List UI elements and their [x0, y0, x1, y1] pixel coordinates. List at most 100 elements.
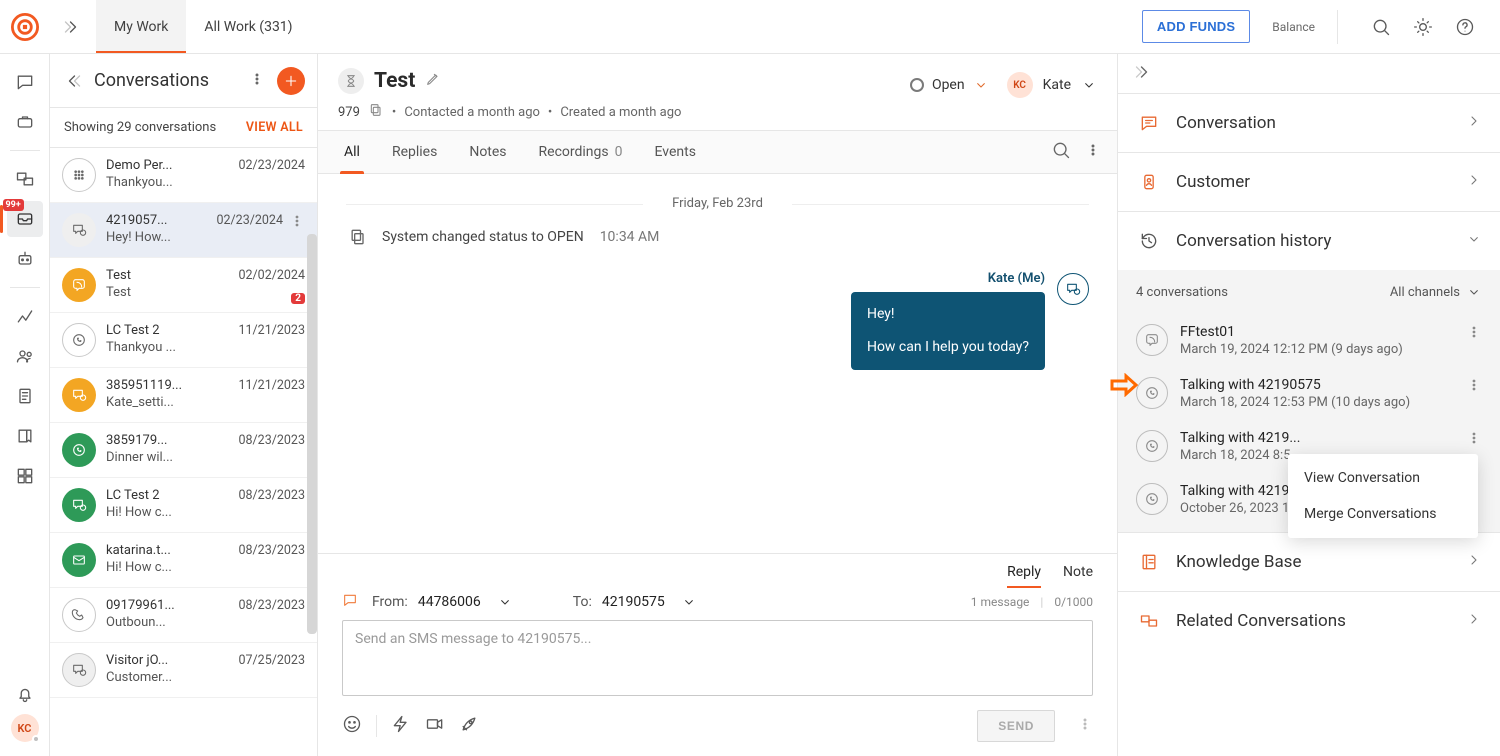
theme-toggle-icon[interactable] — [1412, 16, 1434, 38]
panel-title: Knowledge Base — [1176, 552, 1452, 572]
rail-people-icon[interactable] — [7, 338, 43, 374]
conversation-item[interactable]: Demo Per... 02/23/2024 Thankyou... — [50, 148, 317, 203]
conversation-date: 08/23/2023 — [238, 598, 305, 613]
quick-reply-icon[interactable] — [391, 714, 411, 738]
conversation-preview: Kate_setti... — [106, 395, 201, 410]
note-tab[interactable]: Note — [1063, 564, 1093, 586]
conversation-title: LC Test 2 — [106, 488, 160, 503]
rail-bookmark-icon[interactable] — [7, 418, 43, 454]
rail-grid-icon[interactable] — [7, 458, 43, 494]
conversation-item[interactable]: Test 02/02/2024 Test 2 — [50, 258, 317, 313]
add-funds-button[interactable]: ADD FUNDS — [1142, 10, 1250, 43]
status-dropdown[interactable]: Open — [910, 77, 989, 93]
tab-events[interactable]: Events — [645, 131, 706, 173]
system-event-text: System changed status to OPEN — [382, 229, 584, 245]
list-menu-icon[interactable] — [249, 71, 265, 91]
history-item[interactable]: FFtest01 March 19, 2024 12:12 PM (9 days… — [1136, 314, 1482, 367]
rail-avatar[interactable]: KC — [11, 714, 39, 742]
conversation-date: 02/02/2024 — [238, 268, 305, 283]
search-icon[interactable] — [1370, 16, 1392, 38]
conversation-title: katarina.t... — [106, 543, 171, 558]
owner-dropdown[interactable]: KC Kate — [1007, 72, 1097, 98]
new-conversation-button[interactable] — [277, 67, 305, 95]
conversation-item[interactable]: 09179961... 08/23/2023 Outboun... — [50, 588, 317, 643]
reply-tab[interactable]: Reply — [1007, 564, 1041, 586]
view-all-link[interactable]: VIEW ALL — [246, 120, 303, 135]
tab-recordings[interactable]: Recordings 0 — [529, 131, 633, 173]
send-button[interactable]: SEND — [977, 710, 1055, 742]
menu-merge-conversations[interactable]: Merge Conversations — [1288, 496, 1478, 532]
tab-all-work[interactable]: All Work (331) — [186, 0, 310, 53]
timeline: Friday, Feb 23rd System changed status t… — [318, 174, 1117, 553]
menu-view-conversation[interactable]: View Conversation — [1288, 460, 1478, 496]
conversation-item[interactable]: LC Test 2 08/23/2023 Hi! How c... — [50, 478, 317, 533]
conversation-item[interactable]: Visitor jO... 07/25/2023 Customer... — [50, 643, 317, 698]
rail-inbox-icon[interactable]: 99+ — [7, 201, 43, 237]
video-icon[interactable] — [425, 714, 445, 738]
help-icon[interactable] — [1454, 16, 1476, 38]
rocket-icon[interactable] — [459, 714, 479, 738]
conversation-item[interactable]: 3859179... 08/23/2023 Dinner wil... — [50, 423, 317, 478]
conversation-header: Test 979 • Contacted a month ago • Creat… — [318, 54, 1117, 130]
rail-toolbox-icon[interactable] — [7, 104, 43, 140]
rail-bot-icon[interactable] — [7, 241, 43, 277]
history-item-menu: View Conversation Merge Conversations — [1288, 454, 1478, 538]
from-dropdown-icon[interactable] — [497, 594, 513, 610]
timeline-search-icon[interactable] — [1051, 140, 1071, 164]
message-input[interactable] — [342, 620, 1093, 696]
history-item-menu-icon[interactable] — [1466, 430, 1482, 450]
conversation-date: 07/25/2023 — [238, 653, 305, 668]
rail-notifications-icon[interactable] — [7, 676, 43, 712]
conversation-title: Test — [374, 69, 415, 93]
conversation-item[interactable]: LC Test 2 11/21/2023 Thankyou ... — [50, 313, 317, 368]
history-channel-icon — [1136, 430, 1168, 462]
conversation-item[interactable]: katarina.t... 08/23/2023 Hi! How c... — [50, 533, 317, 588]
history-title: Talking with 4219... — [1180, 430, 1454, 446]
conversation-list: Demo Per... 02/23/2024 Thankyou... 42190… — [50, 148, 317, 756]
to-dropdown-icon[interactable] — [681, 594, 697, 610]
rail-notes-icon[interactable] — [7, 378, 43, 414]
tab-my-work[interactable]: My Work — [96, 0, 186, 53]
panel-customer[interactable]: Customer — [1118, 153, 1500, 212]
conversation-item[interactable]: 385951119... 11/21/2023 Kate_setti... — [50, 368, 317, 423]
system-event-icon — [346, 225, 370, 249]
emoji-icon[interactable] — [342, 714, 362, 738]
tab-notes[interactable]: Notes — [459, 131, 516, 173]
app-logo — [0, 13, 50, 41]
send-menu-icon[interactable] — [1077, 716, 1093, 736]
chevron-right-icon — [1466, 113, 1482, 133]
rail-queue-icon[interactable] — [7, 161, 43, 197]
panel-related[interactable]: Related Conversations — [1118, 592, 1500, 650]
timeline-menu-icon[interactable] — [1085, 142, 1101, 162]
conversation-preview: Hi! How c... — [106, 505, 201, 520]
scrollbar-thumb[interactable] — [307, 234, 317, 634]
conversation-preview: Thankyou ... — [106, 340, 201, 355]
conversation-preview: Dinner wil... — [106, 450, 201, 465]
conversation-channel-icon — [62, 378, 96, 412]
tab-replies[interactable]: Replies — [382, 131, 447, 173]
history-item[interactable]: Talking with 42190575 March 18, 2024 12:… — [1136, 367, 1482, 420]
sender-avatar-icon — [1057, 273, 1089, 305]
copy-id-icon[interactable] — [368, 102, 384, 122]
panel-conversation[interactable]: Conversation — [1118, 94, 1500, 153]
conversation-channel-icon — [62, 158, 96, 192]
panel-history-toggle[interactable]: Conversation history — [1118, 212, 1500, 270]
channel-filter[interactable]: All channels — [1390, 284, 1482, 300]
expand-details-icon[interactable] — [1134, 62, 1154, 86]
expand-nav-icon[interactable] — [50, 17, 96, 37]
rail-analytics-icon[interactable] — [7, 298, 43, 334]
to-label: To: — [573, 594, 592, 610]
edit-title-icon[interactable] — [425, 71, 441, 91]
list-header: Conversations — [50, 54, 317, 108]
message-bubble: Hey! How can I help you today? — [851, 292, 1045, 370]
balance-label: Balance — [1272, 20, 1315, 34]
tab-all[interactable]: All — [334, 131, 370, 173]
rail-chat-icon[interactable] — [7, 64, 43, 100]
history-item-menu-icon[interactable] — [1466, 324, 1482, 344]
panel-knowledge-base[interactable]: Knowledge Base — [1118, 533, 1500, 592]
history-item-menu-icon[interactable] — [1466, 377, 1482, 397]
history-item[interactable]: Talking with 4219... March 18, 2024 8:5.… — [1136, 420, 1482, 473]
conversation-item[interactable]: 4219057... 02/23/2024 Hey! How... — [50, 203, 317, 258]
collapse-list-icon[interactable] — [62, 71, 82, 91]
conversation-menu-icon[interactable] — [289, 213, 305, 233]
